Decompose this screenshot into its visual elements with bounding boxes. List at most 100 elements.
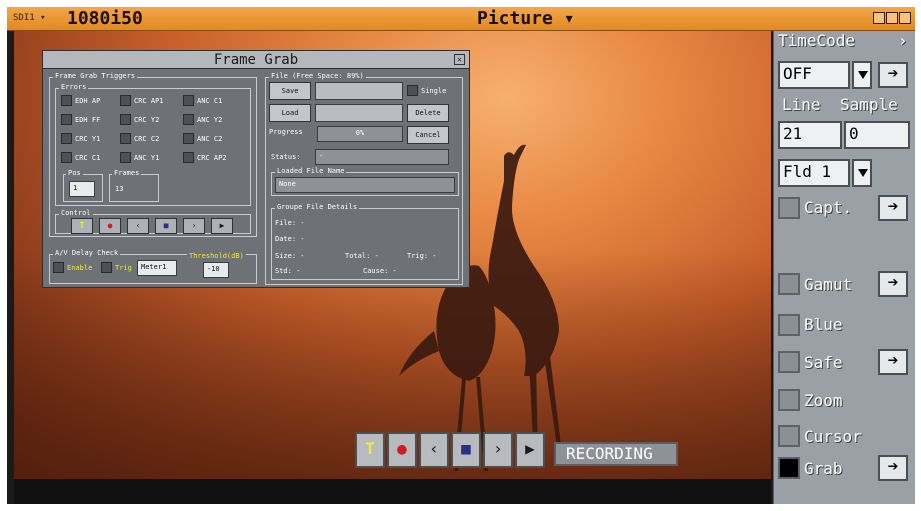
timecode-dropdown-icon[interactable] [852, 61, 872, 89]
detail-total: Total: - [345, 252, 379, 260]
errors-label: Errors [59, 83, 89, 91]
dialog-close-icon[interactable]: ✕ [454, 54, 465, 65]
timecode-select[interactable]: OFF [778, 61, 850, 89]
blue-label: Blue [804, 315, 843, 334]
minimize-icon[interactable] [873, 12, 885, 24]
input-selector[interactable]: SDI1 ▾ [13, 13, 46, 23]
transport-record-button[interactable]: ● [387, 432, 417, 468]
checkbox-crc-ap2[interactable]: CRC AP2 [183, 152, 227, 163]
checkbox-crc-y1[interactable]: CRC Y1 [61, 133, 100, 144]
timecode-chevron-icon[interactable]: › [898, 31, 908, 50]
enable-label: Enable [67, 263, 93, 272]
loaded-file-field: None [275, 177, 455, 193]
field-dropdown-icon[interactable] [852, 159, 872, 187]
frame-grab-dialog: Frame Grab ✕ Frame Grab Triggers Errors … [42, 50, 470, 288]
grab-checkbox[interactable] [778, 457, 800, 479]
status-field: - [315, 149, 449, 165]
enable-checkbox[interactable]: Enable [53, 262, 92, 273]
transport-previous-button[interactable]: ‹ [419, 432, 449, 468]
title-bar: SDI1 ▾ 1080i50 Picture ▾ [7, 7, 915, 31]
timecode-apply-button[interactable]: ➔ [878, 62, 908, 88]
safe-apply-button[interactable]: ➔ [878, 349, 908, 375]
checkbox-anc-c1[interactable]: ANC C1 [183, 95, 222, 106]
save-filename-input[interactable] [315, 82, 403, 100]
line-input[interactable]: 21 [778, 121, 842, 149]
play-button[interactable]: ▶ [211, 218, 233, 234]
sample-input[interactable]: 0 [844, 121, 910, 149]
checkbox-label: ANC Y2 [197, 115, 223, 124]
field-select[interactable]: Fld 1 [778, 159, 850, 187]
gamut-checkbox[interactable] [778, 273, 800, 295]
video-format: 1080i50 [67, 8, 143, 29]
capt-apply-button[interactable]: ➔ [878, 195, 908, 221]
detail-trig: Trig: - [407, 252, 437, 260]
checkbox-label: CRC Y2 [134, 115, 160, 124]
transport-stop-button[interactable]: ■ [451, 432, 481, 468]
status-label: Status: [271, 153, 301, 161]
next-button[interactable]: › [183, 218, 205, 234]
detail-file: File: - [275, 219, 305, 227]
checkbox-anc-y1[interactable]: ANC Y1 [120, 152, 159, 163]
detail-std: Std: - [275, 267, 301, 275]
checkbox-crc-ap1[interactable]: CRC AP1 [120, 95, 164, 106]
zoom-label: Zoom [804, 391, 843, 410]
meter-select[interactable]: Meter1 [137, 260, 177, 276]
cancel-button[interactable]: Cancel [407, 126, 449, 144]
checkbox-crc-y2[interactable]: CRC Y2 [120, 114, 159, 125]
safe-checkbox[interactable] [778, 351, 800, 373]
gamut-apply-button[interactable]: ➔ [878, 271, 908, 297]
checkbox-label: ANC C2 [197, 134, 223, 143]
checkbox-crc-c1[interactable]: CRC C1 [61, 152, 100, 163]
gamut-label: Gamut [804, 275, 853, 294]
record-button[interactable]: ● [99, 218, 121, 234]
detail-size: Size: - [275, 252, 305, 260]
dialog-title: Frame Grab [43, 51, 469, 69]
pos-input[interactable]: 1 [69, 181, 95, 197]
letterbox-bar [14, 479, 771, 504]
loaded-file-label: Loaded File Name [275, 167, 347, 175]
grab-apply-button[interactable]: ➔ [878, 455, 908, 481]
grab-label: Grab [804, 459, 843, 478]
checkbox-label: CRC C1 [75, 153, 101, 162]
sample-label: Sample [840, 95, 898, 114]
delete-button[interactable]: Delete [407, 104, 449, 122]
single-label: Single [421, 86, 447, 95]
progress-bar: 0% [317, 126, 403, 142]
safe-label: Safe [804, 353, 843, 372]
maximize-icon[interactable] [886, 12, 898, 24]
av-delay-label: A/V Delay Check [53, 249, 121, 257]
checkbox-anc-y2[interactable]: ANC Y2 [183, 114, 222, 125]
transport-trigger-button[interactable]: T [355, 432, 385, 468]
trigger-button[interactable]: T [71, 218, 93, 234]
trig-checkbox[interactable]: Trig [101, 262, 132, 273]
window-buttons [873, 12, 911, 24]
threshold-label: Threshold(dB) [187, 252, 246, 260]
control-label: Control [59, 209, 93, 217]
load-file-select[interactable] [315, 104, 403, 122]
stop-button[interactable]: ■ [155, 218, 177, 234]
triggers-label: Frame Grab Triggers [53, 72, 138, 80]
cursor-checkbox[interactable] [778, 425, 800, 447]
cursor-label: Cursor [804, 427, 862, 446]
checkbox-label: CRC AP1 [134, 96, 164, 105]
save-button[interactable]: Save [269, 82, 311, 100]
capt-checkbox[interactable] [778, 197, 800, 219]
transport-next-button[interactable]: › [483, 432, 513, 468]
load-button[interactable]: Load [269, 104, 311, 122]
close-icon[interactable] [899, 12, 911, 24]
previous-button[interactable]: ‹ [127, 218, 149, 234]
pos-label: Pos [66, 169, 83, 177]
view-selector[interactable]: Picture ▾ [477, 8, 575, 29]
checkbox-anc-c2[interactable]: ANC C2 [183, 133, 222, 144]
line-label: Line [782, 95, 821, 114]
single-checkbox[interactable]: Single [407, 85, 446, 96]
blue-checkbox[interactable] [778, 314, 800, 336]
checkbox-label: EDH FF [75, 115, 101, 124]
threshold-input[interactable]: -10 [203, 262, 229, 278]
checkbox-edh-ap[interactable]: EDH AP [61, 95, 100, 106]
checkbox-crc-c2[interactable]: CRC C2 [120, 133, 159, 144]
zoom-checkbox[interactable] [778, 389, 800, 411]
transport-play-button[interactable]: ▶ [515, 432, 545, 468]
checkbox-label: CRC AP2 [197, 153, 227, 162]
checkbox-edh-ff[interactable]: EDH FF [61, 114, 100, 125]
